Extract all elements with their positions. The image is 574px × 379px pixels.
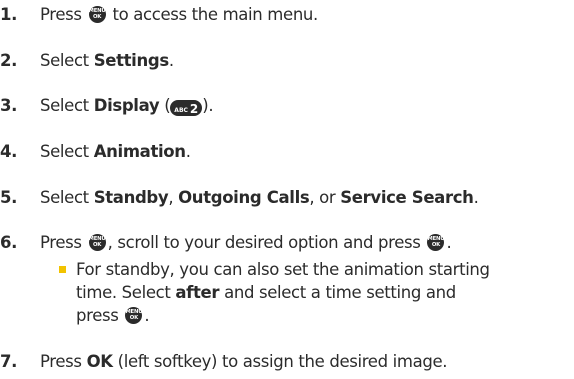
square-bullet-icon — [59, 266, 66, 273]
menu-ok-key-icon: MENU OK — [88, 6, 106, 23]
step-text: Press MENU OK, scroll to your desired opt… — [40, 233, 452, 252]
option-after: after — [175, 283, 220, 302]
option-service-search: Service Search — [340, 188, 474, 207]
step-text: Press OK (left softkey) to assign the de… — [40, 352, 448, 371]
menu-item-animation: Animation — [93, 142, 186, 161]
menu-item-display: Display — [93, 96, 160, 115]
instruction-steps: 1. Press MENU OK to access the main menu.… — [0, 0, 574, 379]
step-number: 4. — [0, 142, 18, 161]
step-number: 7. — [0, 352, 18, 371]
menu-ok-key-icon: MENU OK — [125, 307, 143, 324]
step-number: 1. — [0, 5, 18, 24]
step-number: 5. — [0, 188, 18, 207]
option-outgoing-calls: Outgoing Calls — [178, 188, 310, 207]
sub-bullet-line-3: press MENU OK. — [76, 306, 150, 325]
sub-bullet-line-1: For standby, you can also set the animat… — [76, 260, 490, 279]
step-number: 6. — [0, 233, 18, 252]
menu-ok-key-icon: MENU OK — [427, 234, 445, 251]
menu-ok-key-icon: MENU OK — [88, 234, 106, 251]
menu-item-settings: Settings — [93, 51, 169, 70]
step-number: 2. — [0, 51, 18, 70]
abc-2-key-icon: ABC 2 — [170, 100, 203, 116]
step-number: 3. — [0, 96, 18, 115]
step-text: Select Display (ABC 2). — [40, 96, 214, 116]
step-text: Select Settings. — [40, 51, 174, 70]
option-standby: Standby — [93, 188, 169, 207]
step-text: Press MENU OK to access the main menu. — [40, 5, 318, 24]
softkey-ok: OK — [86, 352, 113, 371]
step-text: Select Animation. — [40, 142, 191, 161]
step-text: Select Standby, Outgoing Calls, or Servi… — [40, 188, 479, 207]
sub-bullet-line-2: time. Select after and select a time set… — [76, 283, 456, 302]
